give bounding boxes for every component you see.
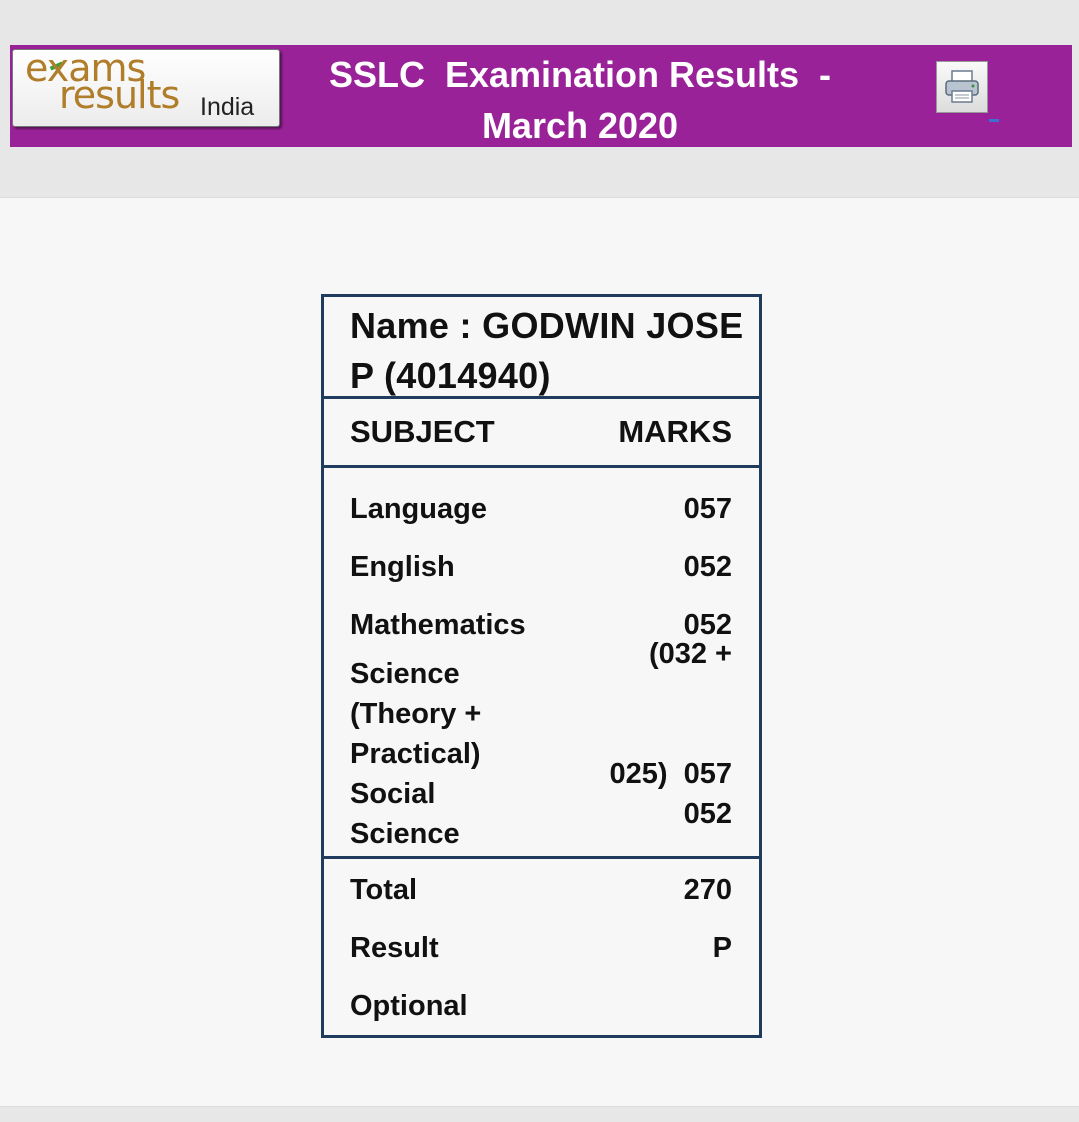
result-card: Name : GODWIN JOSE P (4014940) SUBJECT M…: [321, 294, 762, 1038]
page-title-line2: March 2020: [481, 105, 679, 146]
subject-name-line: Science: [350, 818, 460, 850]
subject-name: English: [350, 551, 455, 583]
student-name-line1: Name : GODWIN JOSE: [350, 305, 744, 346]
subject-row-language: Language 057: [324, 480, 759, 538]
column-header-marks: MARKS: [618, 414, 732, 449]
site-logo[interactable]: exams results India: [12, 49, 280, 127]
table-header-row: SUBJECT MARKS: [324, 399, 759, 468]
summary-row-result: Result P: [324, 919, 759, 977]
summary-label: Result: [350, 932, 439, 964]
printer-icon: [945, 70, 979, 103]
summary-label: Total: [350, 874, 418, 906]
student-name-row: Name : GODWIN JOSE P (4014940): [324, 297, 759, 399]
summary-section: Total 270 Result P Optional: [324, 859, 759, 1035]
subject-marks-line: (032 +: [648, 638, 732, 670]
subject-marks: 057: [683, 493, 732, 525]
subject-name: Mathematics: [350, 609, 526, 641]
bottom-band: [0, 1106, 1079, 1122]
subject-name-line: (Theory +: [350, 698, 482, 730]
subject-marks: 052: [683, 798, 732, 830]
summary-row-optional: Optional: [324, 977, 759, 1035]
subjects-section: Language 057 English 052 Mathematics 052…: [324, 468, 759, 859]
subject-row-science: Science (Theory + Practical) (032 + 025)…: [324, 638, 759, 790]
print-button[interactable]: [936, 61, 988, 113]
header-banner: exams results India SSLC Examination Res…: [10, 45, 1072, 147]
subject-marks-line: 025) 057: [609, 758, 732, 790]
student-name-line2: P (4014940): [350, 355, 551, 396]
print-link-underline: [989, 119, 999, 122]
subject-name: Social Science: [350, 774, 560, 854]
logo-text-india: India: [200, 93, 255, 121]
page-title: SSLC Examination Results - March 2020: [300, 49, 860, 151]
logo-text-results: results: [59, 73, 180, 117]
subject-name-line: Science: [350, 658, 460, 690]
summary-value: P: [712, 932, 732, 964]
summary-label: Optional: [350, 990, 468, 1022]
subject-name-line: Practical): [350, 738, 481, 770]
subject-name: Language: [350, 493, 487, 525]
summary-row-total: Total 270: [324, 861, 759, 919]
page-title-line1: SSLC Examination Results -: [328, 54, 832, 95]
subject-name: Science (Theory + Practical): [350, 654, 560, 774]
subject-name-line: Social: [350, 778, 436, 810]
column-header-subject: SUBJECT: [350, 414, 495, 449]
summary-value: 270: [683, 874, 732, 906]
